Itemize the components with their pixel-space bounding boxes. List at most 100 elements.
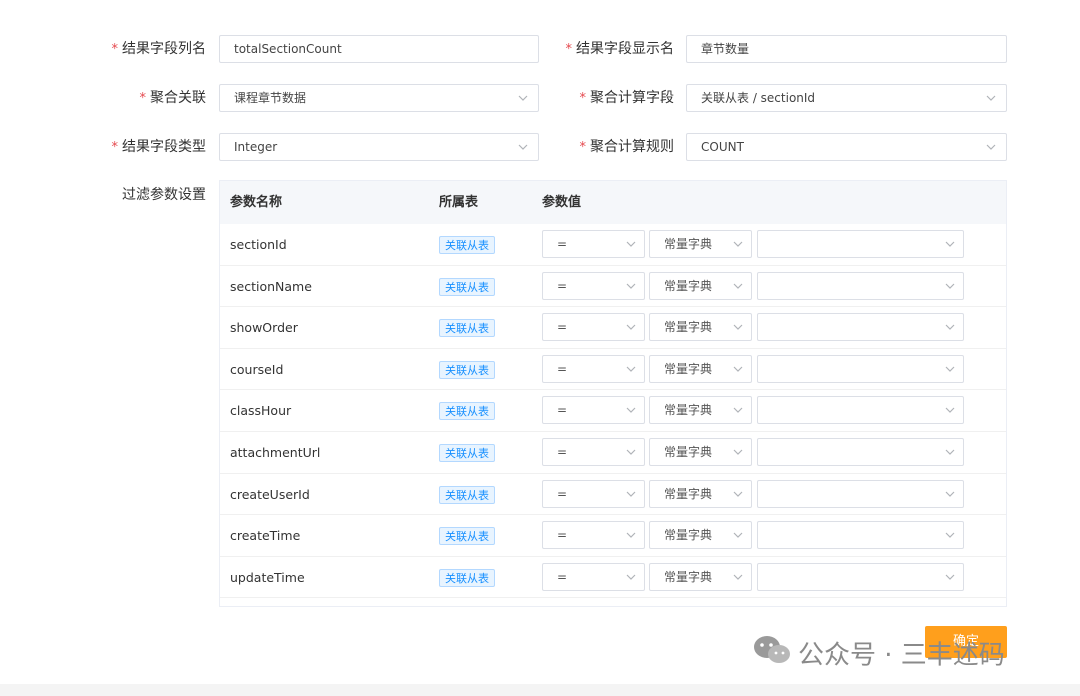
chevron-down-icon: [733, 490, 743, 498]
operator-select[interactable]: =: [542, 562, 645, 591]
result-field-column-label: * 结果字段列名: [111, 41, 207, 57]
chevron-down-icon: [733, 240, 743, 248]
chevron-down-icon: [518, 143, 528, 151]
chevron-down-icon: [986, 94, 996, 102]
value-select[interactable]: [757, 438, 964, 466]
source-select[interactable]: 常量字典: [649, 562, 752, 591]
chevron-down-icon: [626, 323, 636, 331]
chevron-down-icon: [945, 448, 955, 456]
result-field-display-label: * 结果字段显示名: [565, 41, 675, 57]
table-row: classHour 关联从表 = 常量字典: [220, 390, 1006, 432]
aggregate-field-select[interactable]: 关联从表 / sectionId: [686, 84, 1007, 112]
source-select[interactable]: 常量字典: [649, 230, 752, 258]
chevron-down-icon: [733, 406, 743, 414]
table-row: attachmentUrl 关联从表 = 常量字典: [220, 432, 1006, 474]
operator-select[interactable]: =: [542, 313, 645, 342]
required-mark: *: [139, 91, 147, 106]
table-tag: 关联从表: [439, 277, 495, 296]
chevron-down-icon: [733, 448, 743, 456]
operator-select[interactable]: =: [542, 396, 645, 425]
chevron-down-icon: [626, 365, 636, 373]
required-mark: *: [579, 91, 587, 106]
required-mark: *: [565, 42, 573, 57]
value-select[interactable]: [757, 479, 964, 508]
result-field-display-input[interactable]: 章节数量: [686, 35, 1007, 63]
chevron-down-icon: [986, 143, 996, 151]
result-field-type-select[interactable]: Integer: [219, 133, 539, 161]
value-select[interactable]: [757, 521, 964, 550]
param-name: showOrder: [230, 320, 298, 336]
operator-select[interactable]: =: [542, 271, 645, 300]
chevron-down-icon: [626, 490, 636, 498]
header-param-name: 参数名称: [230, 195, 283, 210]
chevron-down-icon: [945, 282, 955, 290]
aggregate-field-label: * 聚合计算字段: [579, 90, 675, 106]
table-tag: 关联从表: [439, 319, 495, 338]
source-select[interactable]: 常量字典: [649, 271, 752, 300]
param-name: updateTime: [230, 569, 305, 585]
table-row: sectionId 关联从表 = 常量字典: [220, 224, 1006, 266]
aggregate-rule-label: * 聚合计算规则: [579, 139, 675, 155]
param-name: sectionId: [230, 237, 287, 252]
result-field-column-input[interactable]: totalSectionCount: [219, 35, 539, 63]
value-select[interactable]: [757, 313, 964, 342]
table-tag: 关联从表: [439, 236, 495, 254]
aggregate-rule-select[interactable]: COUNT: [686, 133, 1007, 161]
table-row: courseId 关联从表 = 常量字典: [220, 349, 1006, 391]
table-tag: 关联从表: [439, 444, 495, 462]
source-select[interactable]: 常量字典: [649, 396, 752, 425]
chevron-down-icon: [945, 490, 955, 498]
value-select[interactable]: [757, 396, 964, 425]
source-select[interactable]: 常量字典: [649, 479, 752, 508]
chevron-down-icon: [626, 406, 636, 414]
table-tag: 关联从表: [439, 360, 495, 379]
chevron-down-icon: [733, 531, 743, 539]
source-select[interactable]: 常量字典: [649, 521, 752, 550]
chevron-down-icon: [945, 323, 955, 331]
operator-select[interactable]: =: [542, 479, 645, 508]
value-select[interactable]: [757, 230, 964, 258]
chevron-down-icon: [733, 573, 743, 581]
chevron-down-icon: [733, 365, 743, 373]
header-table: 所属表: [439, 195, 479, 210]
bottom-strip: [0, 684, 1080, 696]
param-name: classHour: [230, 403, 292, 419]
chevron-down-icon: [518, 94, 528, 102]
chevron-down-icon: [733, 282, 743, 290]
chevron-down-icon: [945, 365, 955, 373]
aggregate-relation-label: * 聚合关联: [139, 90, 207, 106]
filter-params-label: 过滤参数设置: [122, 187, 206, 203]
chevron-down-icon: [945, 240, 955, 248]
wechat-icon: [752, 634, 792, 678]
param-name: createUserId: [230, 486, 310, 502]
table-tag: 关联从表: [439, 568, 495, 587]
table-tag: 关联从表: [439, 527, 495, 546]
operator-select[interactable]: =: [542, 230, 645, 258]
param-name: courseId: [230, 361, 284, 377]
required-mark: *: [111, 140, 119, 155]
value-select[interactable]: [757, 271, 964, 300]
value-select[interactable]: [757, 354, 964, 383]
source-select[interactable]: 常量字典: [649, 313, 752, 342]
table-row: sectionName 关联从表 = 常量字典: [220, 266, 1006, 308]
value-select[interactable]: [757, 562, 964, 591]
chevron-down-icon: [945, 531, 955, 539]
table-tag: 关联从表: [439, 485, 495, 504]
chevron-down-icon: [626, 282, 636, 290]
table-row: createUserId 关联从表 = 常量字典: [220, 474, 1006, 516]
chevron-down-icon: [626, 573, 636, 581]
watermark: 公众号 · 三丰述码: [752, 634, 1005, 674]
source-select[interactable]: 常量字典: [649, 438, 752, 466]
chevron-down-icon: [945, 573, 955, 581]
source-select[interactable]: 常量字典: [649, 354, 752, 383]
operator-select[interactable]: =: [542, 438, 645, 466]
operator-select[interactable]: =: [542, 521, 645, 550]
chevron-down-icon: [626, 448, 636, 456]
table-tag: 关联从表: [439, 402, 495, 421]
table-header: 参数名称 所属表 参数值: [220, 181, 1006, 224]
filter-params-table: 参数名称 所属表 参数值 sectionId 关联从表 = 常量字典 sectionNa…: [219, 180, 1007, 607]
chevron-down-icon: [626, 531, 636, 539]
table-row: updateTime 关联从表 = 常量字典: [220, 557, 1006, 599]
aggregate-relation-select[interactable]: 课程章节数据: [219, 84, 539, 112]
operator-select[interactable]: =: [542, 354, 645, 383]
